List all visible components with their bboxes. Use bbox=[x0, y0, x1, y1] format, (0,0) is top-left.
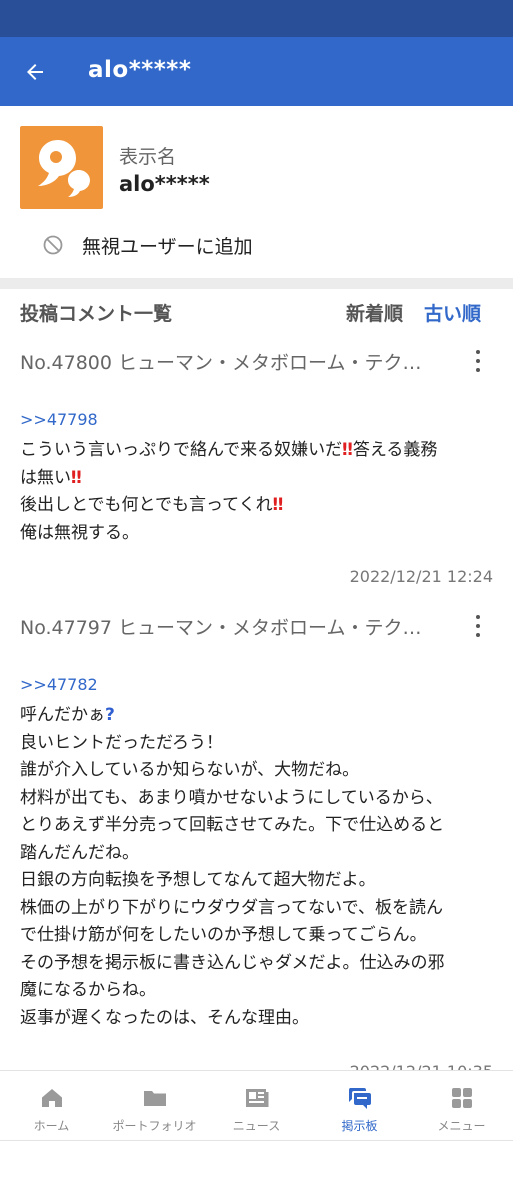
post-body: 呼んだかぁ? 良いヒントだっただろう！ 誰が介入しているか知らないが、大物だね。… bbox=[20, 705, 445, 1028]
double-exclamation-icon: ‼ bbox=[71, 467, 82, 488]
post-title[interactable]: No.47797 ヒューマン・メタボローム・テク… bbox=[20, 613, 421, 640]
comment-list-header: 投稿コメント一覧 新着順 古い順 bbox=[0, 289, 513, 335]
nav-news[interactable]: ニュース bbox=[205, 1071, 308, 1141]
nav-home[interactable]: ホーム bbox=[0, 1071, 103, 1141]
nav-label: ポートフォリオ bbox=[112, 1119, 197, 1133]
reply-link[interactable]: >>47798 bbox=[20, 410, 98, 429]
double-exclamation-icon: ‼ bbox=[272, 495, 284, 515]
ignore-user-label: 無視ユーザーに追加 bbox=[82, 235, 253, 258]
reply-link[interactable]: >>47782 bbox=[20, 675, 98, 694]
default-user-avatar-icon bbox=[38, 140, 90, 197]
back-arrow-icon[interactable] bbox=[18, 55, 52, 89]
status-bar bbox=[0, 0, 513, 37]
display-name-label: 表示名 bbox=[119, 146, 177, 168]
post-title[interactable]: No.47800 ヒューマン・メタボローム・テク… bbox=[20, 348, 421, 375]
nav-board[interactable]: 掲示板 bbox=[308, 1071, 411, 1141]
nav-portfolio[interactable]: ポートフォリオ bbox=[103, 1071, 206, 1141]
profile-section: 表示名 alo***** 無視ユーザーに追加 bbox=[0, 106, 513, 278]
nav-label: メニュー bbox=[437, 1119, 486, 1133]
home-icon bbox=[41, 1089, 62, 1107]
comment-list-title: 投稿コメント一覧 bbox=[20, 303, 173, 325]
nav-label: 掲示板 bbox=[341, 1119, 378, 1133]
nav-label: ニュース bbox=[232, 1119, 281, 1133]
bottom-navigation: ホーム ポートフォリオ ニュース 掲示板 メニュー bbox=[0, 1070, 513, 1141]
grid-menu-icon bbox=[451, 1088, 472, 1108]
question-mark-icon: ? bbox=[105, 705, 115, 725]
post-date: 2022/12/21 12:24 bbox=[349, 567, 493, 586]
more-vert-icon[interactable] bbox=[470, 348, 486, 374]
ignore-user-button[interactable]: 無視ユーザーに追加 bbox=[42, 230, 253, 260]
post-body: こういう言いっぷりで絡んで来る奴嫌いだ‼答える義務 は無い‼ 後出しとでも何とで… bbox=[20, 440, 438, 543]
app-bar: alo***** bbox=[0, 37, 513, 106]
double-exclamation-icon: ‼ bbox=[342, 440, 353, 460]
newspaper-icon bbox=[245, 1089, 268, 1107]
folder-icon bbox=[143, 1091, 166, 1106]
nav-menu[interactable]: メニュー bbox=[410, 1071, 513, 1141]
sort-newest-button[interactable]: 新着順 bbox=[346, 299, 403, 326]
more-vert-icon[interactable] bbox=[470, 613, 486, 639]
block-icon bbox=[43, 235, 63, 255]
display-name-value: alo***** bbox=[119, 172, 210, 196]
section-divider bbox=[0, 278, 513, 289]
sort-oldest-button[interactable]: 古い順 bbox=[424, 299, 481, 326]
nav-label: ホーム bbox=[33, 1119, 70, 1133]
avatar bbox=[20, 126, 103, 209]
chat-icon bbox=[348, 1088, 371, 1109]
page-title: alo***** bbox=[88, 57, 192, 83]
